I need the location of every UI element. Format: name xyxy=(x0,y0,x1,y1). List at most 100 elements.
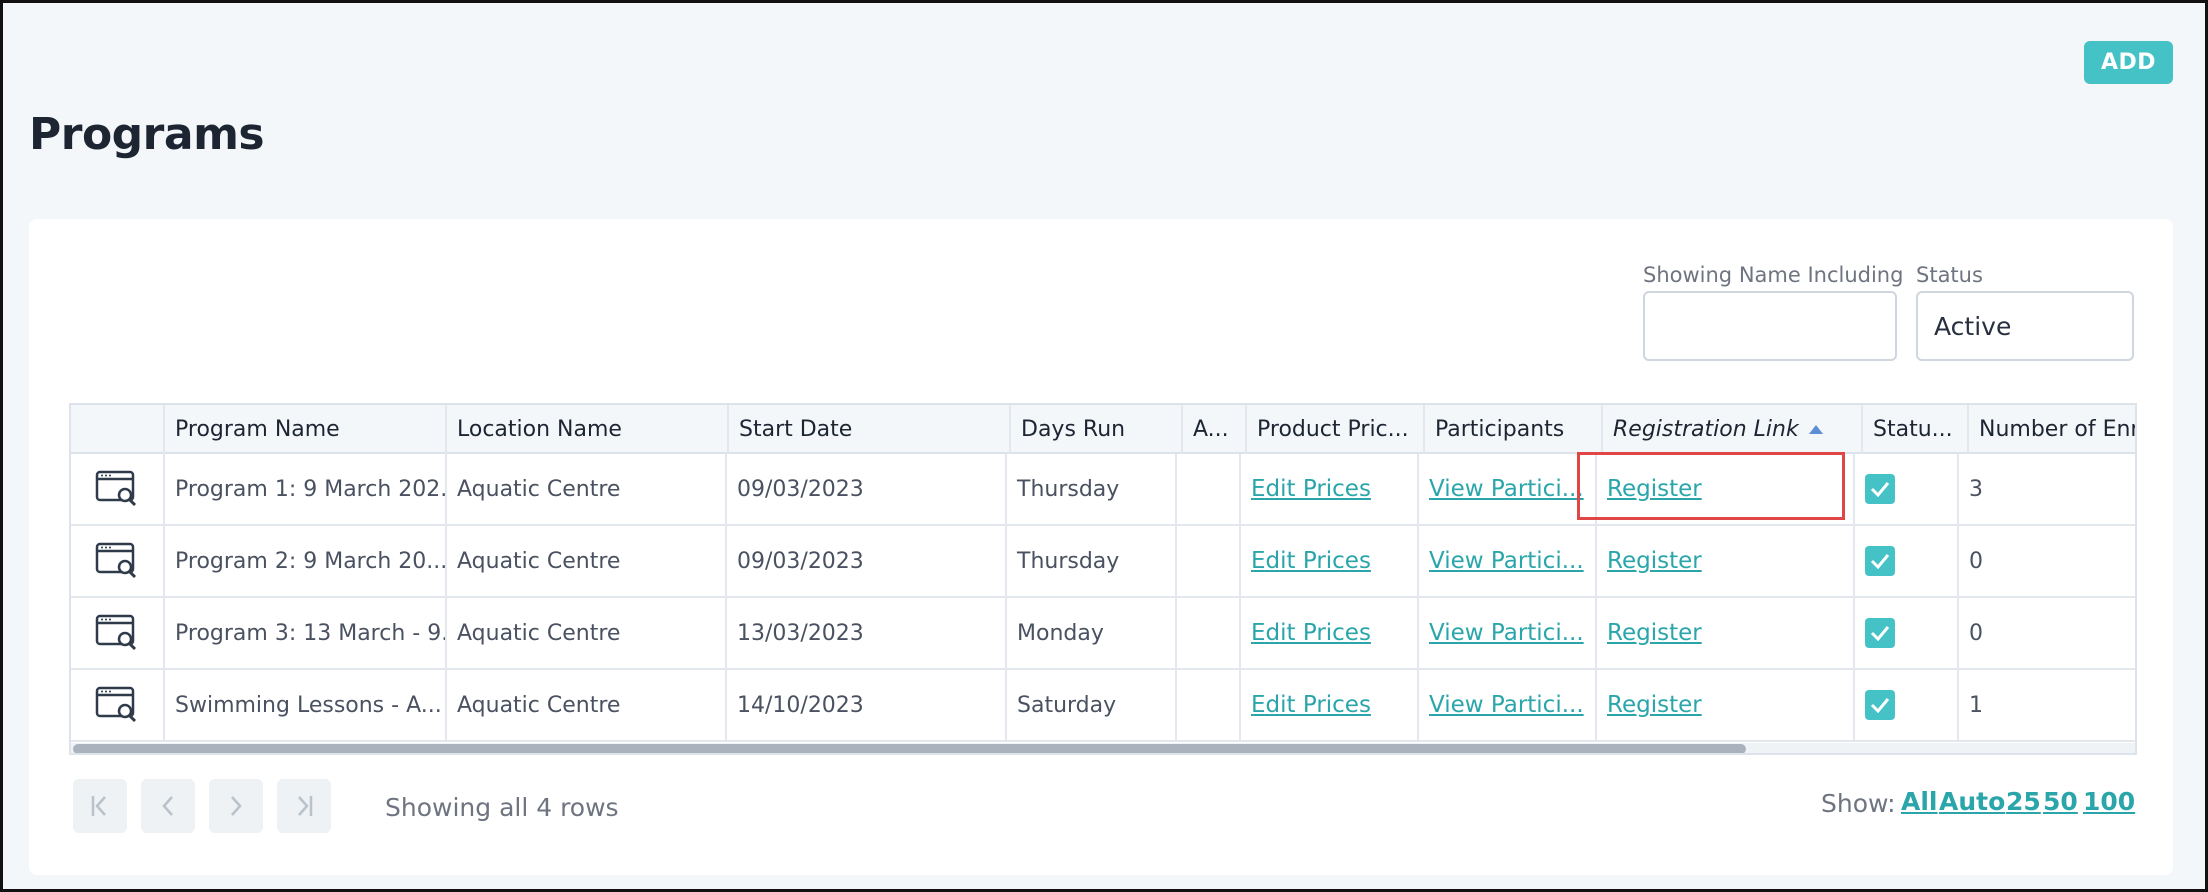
row-edit-prices[interactable]: Edit Prices xyxy=(1239,526,1417,596)
previous-page-button[interactable] xyxy=(141,779,195,833)
row-days-run-text: Monday xyxy=(1017,620,1104,646)
row-location-name: Aquatic Centre xyxy=(445,454,725,524)
header-participants[interactable]: Participants xyxy=(1423,405,1601,454)
show-auto-link[interactable]: Auto xyxy=(1939,787,2005,816)
row-register-link[interactable]: Register xyxy=(1595,670,1853,740)
header-start-date[interactable]: Start Date xyxy=(727,405,1009,454)
browser-search-icon[interactable] xyxy=(95,470,139,508)
status-checkbox[interactable] xyxy=(1865,690,1895,720)
row-edit-prices-text[interactable]: Edit Prices xyxy=(1251,476,1371,502)
row-register-link-text[interactable]: Register xyxy=(1607,476,1702,502)
row-program-name-text: Program 2: 9 March 20... xyxy=(175,548,445,574)
last-page-button[interactable] xyxy=(277,779,331,833)
row-days-run-text: Thursday xyxy=(1017,476,1120,502)
row-view-cell[interactable] xyxy=(71,598,163,668)
row-register-link-text[interactable]: Register xyxy=(1607,620,1702,646)
browser-search-icon[interactable] xyxy=(95,614,139,652)
row-status[interactable] xyxy=(1853,598,1957,668)
row-view-participants[interactable]: View Partici... xyxy=(1417,454,1595,524)
header-product-prices[interactable]: Product Pric... xyxy=(1245,405,1423,454)
row-view-cell[interactable] xyxy=(71,526,163,596)
row-status[interactable] xyxy=(1853,526,1957,596)
row-enrolments-text: 0 xyxy=(1969,620,1983,646)
browser-search-icon[interactable] xyxy=(95,542,139,580)
name-filter-label: Showing Name Including xyxy=(1643,263,1904,287)
show-100-link[interactable]: 100 xyxy=(2083,787,2135,816)
row-view-cell[interactable] xyxy=(71,454,163,524)
page-title: Programs xyxy=(29,109,265,160)
row-view-participants[interactable]: View Partici... xyxy=(1417,670,1595,740)
row-register-link-text[interactable]: Register xyxy=(1607,692,1702,718)
programs-grid: Program Name Location Name Start Date Da… xyxy=(69,403,2137,755)
row-view-participants[interactable]: View Partici... xyxy=(1417,526,1595,596)
row-days-run: Saturday xyxy=(1005,670,1175,740)
grid-header: Program Name Location Name Start Date Da… xyxy=(71,405,2135,454)
row-edit-prices-text[interactable]: Edit Prices xyxy=(1251,620,1371,646)
row-view-participants-text[interactable]: View Partici... xyxy=(1429,692,1584,718)
app-frame: ADD Programs Showing Name Including Stat… xyxy=(0,0,2208,892)
status-checkbox[interactable] xyxy=(1865,546,1895,576)
row-enrolments-text: 3 xyxy=(1969,476,1983,502)
row-view-participants-text[interactable]: View Partici... xyxy=(1429,548,1584,574)
row-location-name: Aquatic Centre xyxy=(445,598,725,668)
status-checkbox[interactable] xyxy=(1865,618,1895,648)
row-a-column xyxy=(1175,454,1239,524)
header-registration-link-label: Registration Link xyxy=(1613,417,1799,442)
header-program-name[interactable]: Program Name xyxy=(163,405,445,454)
horizontal-scrollbar[interactable] xyxy=(71,743,2135,753)
row-edit-prices[interactable]: Edit Prices xyxy=(1239,670,1417,740)
row-register-link[interactable]: Register xyxy=(1595,598,1853,668)
row-start-date-text: 09/03/2023 xyxy=(737,476,864,502)
row-view-cell[interactable] xyxy=(71,670,163,740)
show-label: Show: xyxy=(1821,789,1896,818)
check-icon xyxy=(1870,698,1890,713)
row-location-name-text: Aquatic Centre xyxy=(457,692,621,718)
next-page-button[interactable] xyxy=(209,779,263,833)
chevron-left-icon xyxy=(162,796,173,816)
header-location-name[interactable]: Location Name xyxy=(445,405,727,454)
row-a-column xyxy=(1175,670,1239,740)
show-all-link[interactable]: All xyxy=(1901,787,1938,816)
row-enrolments: 0 xyxy=(1957,526,2135,596)
row-view-participants[interactable]: View Partici... xyxy=(1417,598,1595,668)
status-filter-select[interactable]: Active xyxy=(1916,291,2134,361)
header-status[interactable]: Statu... xyxy=(1861,405,1967,454)
check-icon xyxy=(1870,626,1890,641)
header-a-column[interactable]: A... xyxy=(1181,405,1245,454)
row-register-link[interactable]: Register xyxy=(1595,526,1853,596)
row-start-date-text: 14/10/2023 xyxy=(737,692,864,718)
row-start-date-text: 13/03/2023 xyxy=(737,620,864,646)
row-edit-prices-text[interactable]: Edit Prices xyxy=(1251,692,1371,718)
name-filter-input[interactable] xyxy=(1643,291,1897,361)
row-start-date: 09/03/2023 xyxy=(725,454,1005,524)
row-days-run: Thursday xyxy=(1005,526,1175,596)
row-location-name-text: Aquatic Centre xyxy=(457,476,621,502)
row-edit-prices[interactable]: Edit Prices xyxy=(1239,598,1417,668)
row-edit-prices[interactable]: Edit Prices xyxy=(1239,454,1417,524)
row-start-date: 09/03/2023 xyxy=(725,526,1005,596)
row-status[interactable] xyxy=(1853,670,1957,740)
row-program-name-text: Program 1: 9 March 202... xyxy=(175,476,445,502)
show-50-link[interactable]: 50 xyxy=(2043,787,2078,816)
add-button[interactable]: ADD xyxy=(2084,41,2173,84)
status-checkbox[interactable] xyxy=(1865,474,1895,504)
row-location-name: Aquatic Centre xyxy=(445,670,725,740)
header-icon-column xyxy=(71,405,163,454)
row-program-name: Program 1: 9 March 202... xyxy=(163,454,445,524)
row-status[interactable] xyxy=(1853,454,1957,524)
horizontal-scrollbar-thumb[interactable] xyxy=(73,744,1746,753)
first-page-button[interactable] xyxy=(73,779,127,833)
row-register-link[interactable]: Register xyxy=(1595,454,1853,524)
show-25-link[interactable]: 25 xyxy=(2006,787,2041,816)
check-icon xyxy=(1870,554,1890,569)
row-view-participants-text[interactable]: View Partici... xyxy=(1429,620,1584,646)
row-edit-prices-text[interactable]: Edit Prices xyxy=(1251,548,1371,574)
row-start-date-text: 09/03/2023 xyxy=(737,548,864,574)
row-register-link-text[interactable]: Register xyxy=(1607,548,1702,574)
row-view-participants-text[interactable]: View Partici... xyxy=(1429,476,1584,502)
browser-search-icon[interactable] xyxy=(95,686,139,724)
row-enrolments: 1 xyxy=(1957,670,2135,740)
header-registration-link[interactable]: Registration Link xyxy=(1601,405,1861,454)
header-days-run[interactable]: Days Run xyxy=(1009,405,1181,454)
header-number-of-enrolments[interactable]: Number of Enro xyxy=(1967,405,2135,454)
